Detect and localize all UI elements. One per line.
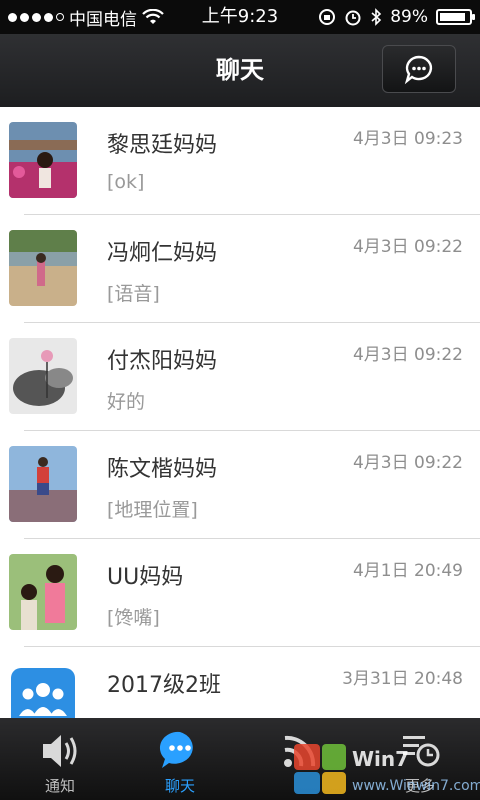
group-avatar (9, 662, 77, 718)
chat-icon (159, 731, 193, 768)
chat-bubble-icon (404, 55, 433, 85)
chat-item[interactable]: 黎思廷妈妈 4月3日 09:23 [ok] (0, 107, 480, 215)
chat-time: 4月3日 09:23 (352, 129, 463, 149)
chat-item[interactable]: UU妈妈 4月1日 20:49 [馋嘴] (0, 539, 480, 647)
chat-name: 冯炯仁妈妈 (107, 241, 218, 266)
chat-time: 4月3日 09:22 (352, 237, 463, 257)
chat-item[interactable]: 陈文楷妈妈 4月3日 09:22 [地理位置] (0, 431, 480, 539)
svg-text:Win7: Win7 (352, 747, 409, 771)
chat-time: 3月31日 20:48 (342, 669, 463, 689)
rotation-lock-icon (319, 9, 336, 25)
avatar (9, 338, 77, 414)
chat-item[interactable]: 2017级2班 3月31日 20:48 (0, 647, 480, 718)
chat-preview: [ok] (107, 171, 145, 193)
chat-name: 陈文楷妈妈 (107, 457, 218, 482)
status-right: 89% (318, 0, 475, 34)
avatar (9, 446, 77, 522)
watermark-logo: Win7 www.Winwin7.com (294, 744, 480, 794)
chat-name: 2017级2班 (107, 673, 221, 698)
avatar (9, 230, 77, 306)
compose-button[interactable] (382, 45, 456, 93)
battery-percent: 89% (390, 7, 428, 27)
nav-bar: 聊天 (0, 34, 480, 108)
svg-text:www.Winwin7.com: www.Winwin7.com (352, 778, 480, 794)
avatar (9, 122, 77, 198)
tab-label: 通知 (44, 777, 75, 795)
chat-time: 4月3日 09:22 (352, 453, 463, 473)
battery-icon (436, 9, 475, 25)
chat-name: 黎思廷妈妈 (107, 133, 218, 158)
chat-time: 4月1日 20:49 (352, 561, 463, 581)
chat-name: UU妈妈 (107, 565, 184, 590)
chat-name: 付杰阳妈妈 (107, 349, 218, 374)
alarm-icon (345, 10, 361, 26)
chat-time: 4月3日 09:22 (352, 345, 463, 365)
speaker-icon (43, 735, 77, 767)
tab-notifications[interactable]: 通知 (0, 718, 120, 800)
chat-list: 黎思廷妈妈 4月3日 09:23 [ok] 冯炯仁妈妈 4月3日 09:22 [… (0, 107, 480, 718)
avatar (9, 554, 77, 630)
chat-preview: [馋嘴] (107, 607, 160, 629)
chat-preview: 好的 (107, 391, 146, 413)
group-icon (11, 668, 75, 718)
tab-chat[interactable]: 聊天 (120, 718, 240, 800)
battery-fill (440, 13, 465, 21)
chat-item[interactable]: 冯炯仁妈妈 4月3日 09:22 [语音] (0, 215, 480, 323)
bluetooth-icon (371, 8, 382, 26)
tab-label: 聊天 (164, 777, 195, 795)
chat-preview: [语音] (107, 283, 160, 305)
chat-preview: [地理位置] (107, 499, 198, 521)
chat-item[interactable]: 付杰阳妈妈 4月3日 09:22 好的 (0, 323, 480, 431)
status-bar: 中国电信 上午9:23 89% (0, 0, 480, 34)
